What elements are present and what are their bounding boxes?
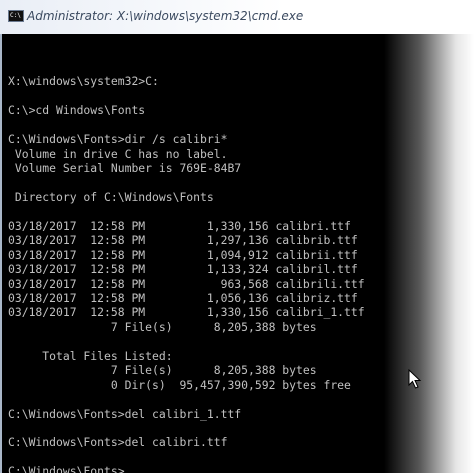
console-line: 03/18/2017 12:58 PM 1,297,136 calibrib.t… xyxy=(8,233,358,248)
console-line: 03/18/2017 12:58 PM 1,133,324 calibril.t… xyxy=(8,262,358,277)
console-line: Volume in drive C has no label. xyxy=(8,146,228,161)
window-edge-fade xyxy=(384,34,474,473)
title-bar[interactable]: C:\ Administrator: X:\windows\system32\c… xyxy=(0,0,474,34)
console-line: 03/18/2017 12:58 PM 1,094,912 calibrii.t… xyxy=(8,247,358,262)
console-line: C:\Windows\Fonts>del calibri_1.ttf xyxy=(8,406,242,421)
console-line: Volume Serial Number is 769E-84B7 xyxy=(8,161,242,176)
console-line: C:\Windows\Fonts> xyxy=(8,464,125,473)
cmd-window: C:\ Administrator: X:\windows\system32\c… xyxy=(0,0,474,473)
console-line: 03/18/2017 12:58 PM 1,330,156 calibri_1.… xyxy=(8,305,365,320)
console-line: Total Files Listed: xyxy=(8,348,173,363)
console-line: 03/18/2017 12:58 PM 963,568 calibrili.tt… xyxy=(8,276,365,291)
console-area[interactable]: X:\windows\system32>C: C:\>cd Windows\Fon… xyxy=(0,34,474,473)
console-line: 0 Dir(s) 95,457,390,592 bytes free xyxy=(8,377,351,392)
console-line: Directory of C:\Windows\Fonts xyxy=(8,189,214,204)
console-line: C:\>cd Windows\Fonts xyxy=(8,103,146,118)
cmd-console-icon[interactable]: C:\ xyxy=(8,10,24,22)
window-title: Administrator: X:\windows\system32\cmd.e… xyxy=(27,9,304,23)
console-line: 7 File(s) 8,205,388 bytes xyxy=(8,319,317,334)
console-line: X:\windows\system32>C: xyxy=(8,74,159,89)
mouse-pointer-icon xyxy=(408,369,422,389)
console-line: 7 File(s) 8,205,388 bytes xyxy=(8,363,317,378)
console-line: 03/18/2017 12:58 PM 1,330,156 calibri.tt… xyxy=(8,218,351,233)
console-line: C:\Windows\Fonts>del calibri.ttf xyxy=(8,435,228,450)
console-output: X:\windows\system32>C: C:\>cd Windows\Fon… xyxy=(8,60,365,473)
console-line: 03/18/2017 12:58 PM 1,056,136 calibriz.t… xyxy=(8,291,358,305)
console-line: C:\Windows\Fonts>dir /s calibri* xyxy=(8,132,228,147)
